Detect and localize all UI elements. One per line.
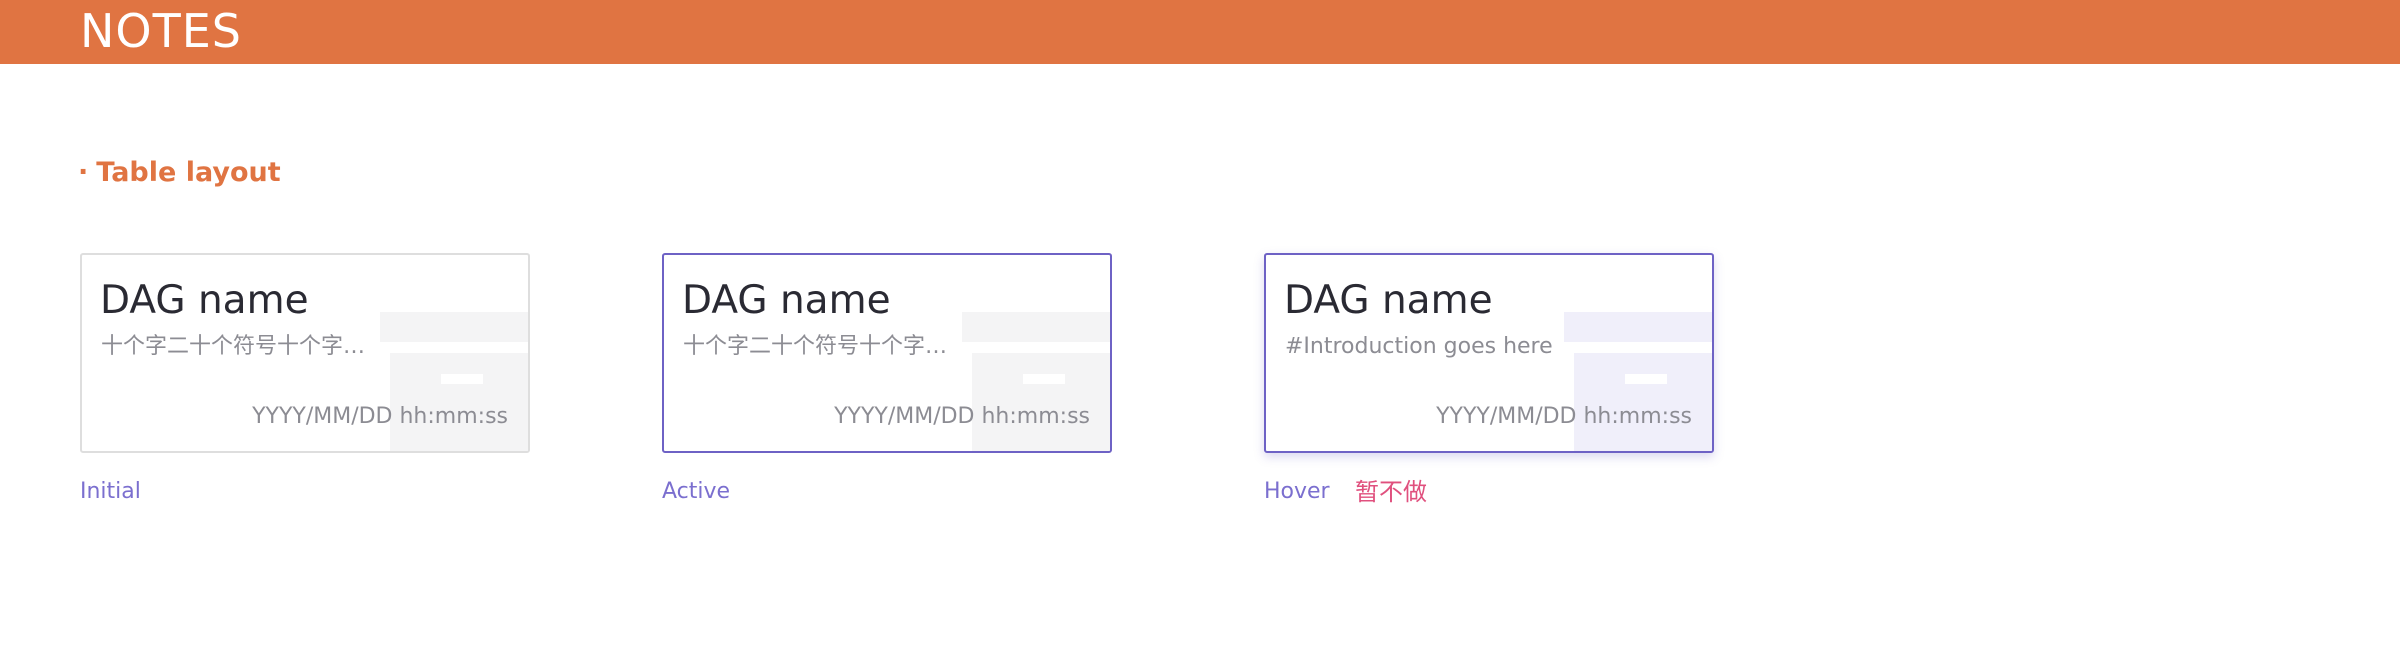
page-title: NOTES xyxy=(80,4,242,58)
dag-description: #Introduction goes here xyxy=(1285,334,1553,359)
state-label-active: Active xyxy=(662,479,731,504)
dag-card-hover[interactable]: DAG name #Introduction goes here YYYY/MM… xyxy=(1264,253,1714,453)
notes-header-bar: NOTES xyxy=(0,0,2400,64)
state-label-hover: Hover xyxy=(1264,479,1330,504)
bullet-icon: · xyxy=(78,157,89,188)
dag-card-active[interactable]: DAG name 十个字二十个符号十个字二十个符号 YYYY/MM/DD hh:… xyxy=(662,253,1112,453)
section-heading: · Table layout xyxy=(78,153,281,193)
dag-name: DAG name xyxy=(682,278,891,323)
thumbnail-bar xyxy=(1023,374,1065,384)
dag-description: 十个字二十个符号十个字二十个符号 xyxy=(683,334,955,359)
thumbnail-bar xyxy=(1625,374,1667,384)
dag-card-initial[interactable]: DAG name 十个字二十个符号十个字二十个符号 YYYY/MM/DD hh:… xyxy=(80,253,530,453)
dag-timestamp: YYYY/MM/DD hh:mm:ss xyxy=(834,404,1090,429)
dag-timestamp: YYYY/MM/DD hh:mm:ss xyxy=(1436,404,1692,429)
dag-description: 十个字二十个符号十个字二十个符号 xyxy=(101,334,373,359)
thumbnail-placeholder xyxy=(380,312,528,342)
dag-name: DAG name xyxy=(100,278,309,323)
state-label-initial: Initial xyxy=(80,479,141,504)
section-heading-label: Table layout xyxy=(96,157,281,188)
dag-name: DAG name xyxy=(1284,278,1493,323)
not-implemented-note: 暂不做 xyxy=(1355,478,1427,506)
dag-timestamp: YYYY/MM/DD hh:mm:ss xyxy=(252,404,508,429)
thumbnail-bar xyxy=(441,374,483,384)
thumbnail-placeholder xyxy=(962,312,1110,342)
thumbnail-placeholder xyxy=(1564,312,1712,342)
